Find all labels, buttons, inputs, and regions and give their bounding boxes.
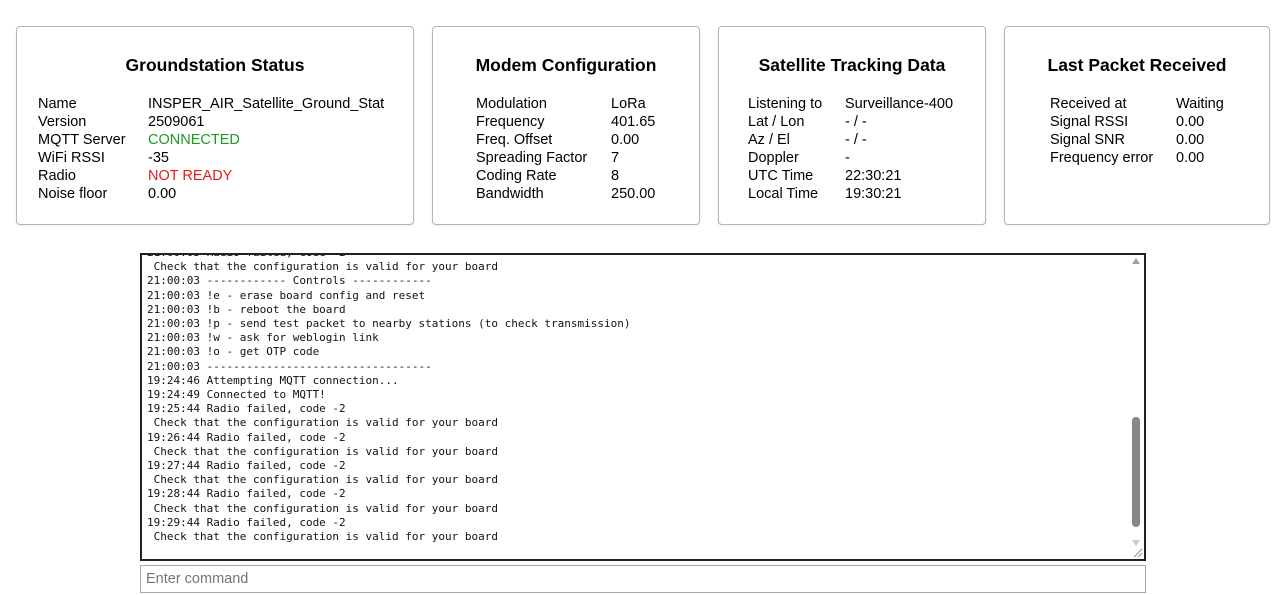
sat-doppler-value: - bbox=[845, 150, 850, 166]
gs-radio-status: NOT READY bbox=[148, 168, 233, 184]
gs-row-name: Name INSPER_AIR_Satellite_Ground_Stat bbox=[17, 95, 413, 113]
modem-offset-label: Freq. Offset bbox=[476, 132, 553, 148]
pkt-row-freqerr: Frequency error 0.00 bbox=[1005, 149, 1269, 167]
gs-wifi-label: WiFi RSSI bbox=[38, 150, 105, 166]
last-packet-card: Last Packet Received Received at Waiting … bbox=[1004, 26, 1270, 225]
gs-row-noise: Noise floor 0.00 bbox=[17, 185, 413, 203]
gs-noise-value: 0.00 bbox=[148, 186, 177, 202]
sat-row-doppler: Doppler - bbox=[719, 149, 985, 167]
sat-latlon-value: - / - bbox=[845, 114, 867, 130]
modem-offset-value: 0.00 bbox=[611, 132, 640, 148]
modem-configuration-rows: Modulation LoRa Frequency 401.65 Freq. Off… bbox=[433, 95, 699, 203]
console-log-text: 21:00:03 Radio failed, code -2 Check tha… bbox=[147, 255, 631, 544]
modem-row-frequency: Frequency 401.65 bbox=[433, 113, 699, 131]
modem-modulation-value: LoRa bbox=[611, 96, 646, 112]
pkt-freqerr-value: 0.00 bbox=[1176, 150, 1205, 166]
scroll-up-arrow-icon[interactable] bbox=[1132, 258, 1140, 264]
groundstation-status-title: Groundstation Status bbox=[125, 55, 305, 75]
modem-row-offset: Freq. Offset 0.00 bbox=[433, 131, 699, 149]
gs-version-label: Version bbox=[38, 114, 87, 130]
console-scrollbar[interactable] bbox=[1129, 255, 1144, 546]
resize-grip-icon[interactable] bbox=[1131, 546, 1143, 558]
sat-row-azel: Az / El - / - bbox=[719, 131, 985, 149]
sat-row-local: Local Time 19:30:21 bbox=[719, 185, 985, 203]
modem-sf-value: 7 bbox=[611, 150, 620, 166]
pkt-freqerr-label: Frequency error bbox=[1050, 150, 1154, 166]
modem-row-bw: Bandwidth 250.00 bbox=[433, 185, 699, 203]
sat-row-latlon: Lat / Lon - / - bbox=[719, 113, 985, 131]
gs-version-value: 2509061 bbox=[148, 114, 205, 130]
modem-cr-value: 8 bbox=[611, 168, 620, 184]
last-packet-rows: Received at Waiting Signal RSSI 0.00 Signa… bbox=[1005, 95, 1269, 167]
sat-local-value: 19:30:21 bbox=[845, 186, 902, 202]
pkt-rssi-label: Signal RSSI bbox=[1050, 114, 1129, 130]
gs-name-value: INSPER_AIR_Satellite_Ground_Stat bbox=[148, 96, 385, 112]
sat-utc-label: UTC Time bbox=[748, 168, 814, 184]
pkt-received-value: Waiting bbox=[1176, 96, 1224, 112]
pkt-row-received: Received at Waiting bbox=[1005, 95, 1269, 113]
console-log[interactable]: 21:00:03 Radio failed, code -2 Check tha… bbox=[140, 253, 1146, 561]
sat-listening-label: Listening to bbox=[748, 96, 823, 112]
modem-bw-label: Bandwidth bbox=[476, 186, 544, 202]
last-packet-title: Last Packet Received bbox=[1047, 55, 1227, 75]
groundstation-status-rows: Name INSPER_AIR_Satellite_Ground_Stat Ver… bbox=[17, 95, 413, 203]
modem-frequency-value: 401.65 bbox=[611, 114, 656, 130]
gs-name-label: Name bbox=[38, 96, 77, 112]
sat-listening-value: Surveillance-400 bbox=[845, 96, 954, 112]
modem-sf-label: Spreading Factor bbox=[476, 150, 588, 166]
pkt-row-snr: Signal SNR 0.00 bbox=[1005, 131, 1269, 149]
satellite-tracking-card: Satellite Tracking Data Listening to Surv… bbox=[718, 26, 986, 225]
modem-frequency-label: Frequency bbox=[476, 114, 545, 130]
status-cards: Groundstation Status Name INSPER_AIR_Sate… bbox=[16, 26, 1270, 227]
modem-row-cr: Coding Rate 8 bbox=[433, 167, 699, 185]
gs-row-radio: Radio NOT READY bbox=[17, 167, 413, 185]
modem-row-modulation: Modulation LoRa bbox=[433, 95, 699, 113]
sat-row-utc: UTC Time 22:30:21 bbox=[719, 167, 985, 185]
gs-noise-label: Noise floor bbox=[38, 186, 108, 202]
gs-row-mqtt: MQTT Server CONNECTED bbox=[17, 131, 413, 149]
gs-row-wifi: WiFi RSSI -35 bbox=[17, 149, 413, 167]
groundstation-status-card: Groundstation Status Name INSPER_AIR_Sate… bbox=[16, 26, 414, 225]
gs-mqtt-label: MQTT Server bbox=[38, 132, 126, 148]
pkt-row-rssi: Signal RSSI 0.00 bbox=[1005, 113, 1269, 131]
sat-local-label: Local Time bbox=[748, 186, 819, 202]
sat-doppler-label: Doppler bbox=[748, 150, 799, 166]
modem-cr-label: Coding Rate bbox=[476, 168, 557, 184]
scrollbar-thumb[interactable] bbox=[1132, 417, 1140, 527]
sat-latlon-label: Lat / Lon bbox=[748, 114, 805, 130]
modem-configuration-title: Modem Configuration bbox=[475, 55, 657, 75]
gs-mqtt-status: CONNECTED bbox=[148, 132, 240, 148]
modem-configuration-card: Modem Configuration Modulation LoRa Frequ… bbox=[432, 26, 700, 225]
modem-row-sf: Spreading Factor 7 bbox=[433, 149, 699, 167]
sat-row-listening: Listening to Surveillance-400 bbox=[719, 95, 985, 113]
pkt-snr-value: 0.00 bbox=[1176, 132, 1205, 148]
gs-radio-label: Radio bbox=[38, 168, 76, 184]
modem-bw-value: 250.00 bbox=[611, 186, 656, 202]
sat-azel-label: Az / El bbox=[748, 132, 790, 148]
satellite-tracking-rows: Listening to Surveillance-400 Lat / Lon - … bbox=[719, 95, 985, 203]
command-input[interactable] bbox=[140, 565, 1146, 593]
modem-modulation-label: Modulation bbox=[476, 96, 547, 112]
gs-row-version: Version 2509061 bbox=[17, 113, 413, 131]
pkt-snr-label: Signal SNR bbox=[1050, 132, 1125, 148]
sat-utc-value: 22:30:21 bbox=[845, 168, 902, 184]
pkt-rssi-value: 0.00 bbox=[1176, 114, 1205, 130]
sat-azel-value: - / - bbox=[845, 132, 867, 148]
satellite-tracking-title: Satellite Tracking Data bbox=[758, 55, 946, 75]
gs-wifi-value: -35 bbox=[148, 150, 169, 166]
pkt-received-label: Received at bbox=[1050, 96, 1127, 112]
